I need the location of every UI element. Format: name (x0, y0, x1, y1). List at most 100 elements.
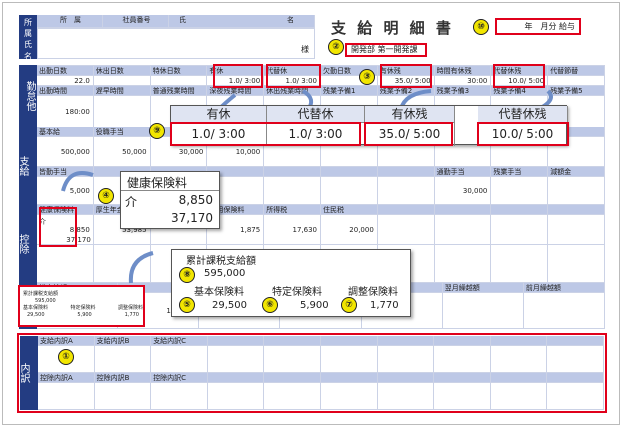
attendance-value-1-9 (548, 76, 605, 86)
badge-3: ③ (359, 69, 375, 85)
deduction-label-0-5: 住民税 (321, 205, 378, 215)
breakdown-ded-value-7 (434, 383, 491, 410)
header-name-col: 氏 名 (169, 15, 315, 28)
breakdown-ded-label-5 (321, 373, 378, 383)
totals-value-5 (442, 293, 524, 329)
breakdown-pay-value-4 (264, 346, 321, 373)
mini-label-special: 特定保険料 (70, 305, 96, 311)
breakdown-pay-label-9 (547, 336, 604, 346)
pay-month-box: 年 月分 給与 (495, 18, 581, 35)
payment-label-2-8: 残業手当 (491, 167, 549, 177)
breakdown-ded-value-3 (207, 383, 265, 410)
zoom-label-2: 有休残 (365, 106, 455, 123)
payment-label-0-0: 基本給 (37, 127, 94, 137)
breakdown-ded-label-9 (547, 373, 604, 383)
breakdown-pay-value-1 (94, 346, 152, 373)
deduction-value-2-7 (434, 245, 492, 283)
breakdown-ded-value-6 (377, 383, 435, 410)
health-callout-kai: 介 (125, 195, 138, 209)
zoom-label-3: 代替休残 (478, 106, 568, 123)
payment-value-1-1: 50,000 (93, 137, 151, 167)
mini-cumulative-value: 595,000 (35, 298, 56, 304)
affiliation-side-text: 所属氏名 (24, 18, 32, 61)
breakdown-ded-value-4 (264, 383, 321, 410)
deduction-label-0-4: 所得税 (264, 205, 321, 215)
breakdown-pay-value-6 (377, 346, 435, 373)
deduction-value-2-1 (93, 245, 151, 283)
zoom-highlight-right (477, 122, 569, 146)
zoom-label-0: 有休 (171, 106, 267, 123)
badge-5: ⑤ (179, 297, 195, 313)
deduction-value-2-0 (37, 245, 94, 283)
breakdown-ded-label-1: 控除内訳B (94, 373, 152, 383)
breakdown-pay-label-1: 支給内訳B (94, 336, 152, 346)
deduction-value-1-5: 20,000 (321, 215, 378, 245)
totals-label-6: 前月繰越額 (523, 283, 605, 293)
mini-label-basic: 基本保険料 (23, 305, 49, 311)
breakdown-ded-value-1 (94, 383, 152, 410)
breakdown-ded-label-3 (207, 373, 265, 383)
badge-2: ② (328, 39, 344, 55)
badge-9: ⑨ (149, 123, 165, 139)
payment-value-3-4 (264, 177, 321, 205)
breakdown-pay-value-9 (547, 346, 604, 373)
payment-value-3-9 (548, 177, 605, 205)
breakdown-pay-label-5 (321, 336, 378, 346)
payment-label-2-4 (264, 167, 321, 177)
attendance-value-1-0: 22.0 (37, 76, 94, 86)
attendance-label-2-7: 残業予備3 (434, 86, 492, 96)
mini-cumulative-title: 累計課税支給額 (23, 291, 59, 297)
deduction-value-1-9 (548, 215, 605, 245)
header-dept-col: 所 属 (37, 15, 103, 28)
mini-value-special: 5,900 (77, 312, 92, 318)
payment-label-2-7: 通勤手当 (434, 167, 492, 177)
cumulative-value-adjust: 1,770 (370, 300, 399, 311)
breakdown-ded-value-8 (490, 383, 548, 410)
breakdown-pay-value-3 (207, 346, 265, 373)
dept-name-box: 開発部 第一開発課 (345, 43, 427, 57)
deduction-label-0-7 (434, 205, 492, 215)
payment-value-3-7: 30,000 (434, 177, 492, 205)
header-empno-col: 社員番号 (103, 15, 169, 28)
breakdown-pay-value-7 (434, 346, 491, 373)
breakdown-pay-label-0: 支給内訳A (38, 336, 95, 346)
deduction-value-1-6 (377, 215, 435, 245)
breakdown-ded-label-0: 控除内訳A (38, 373, 95, 383)
highlight-substitute-leave (266, 64, 321, 88)
breakdown-pay-label-7 (434, 336, 491, 346)
header-name-right: 名 (287, 16, 294, 24)
breakdown-pay-label-3 (207, 336, 265, 346)
badge-7: ⑦ (341, 297, 357, 313)
badge-8: ⑧ (179, 267, 195, 283)
header-name-left: 氏 (179, 16, 186, 24)
breakdown-ded-label-4 (264, 373, 321, 383)
deduction-label-0-9 (548, 205, 605, 215)
breakdown-ded-label-7 (434, 373, 491, 383)
attendance-value-1-2 (150, 76, 208, 86)
breakdown-ded-value-5 (321, 383, 378, 410)
badge-6: ⑥ (262, 297, 278, 313)
breakdown-ded-value-9 (547, 383, 604, 410)
attendance-value-1-1 (93, 76, 151, 86)
badge-4: ④ (98, 188, 114, 204)
attendance-label-0-0: 出勤日数 (37, 66, 94, 76)
mini-cumulative-labels: 基本保険料 特定保険料 調整保険料 (23, 305, 143, 312)
breakdown-pay-label-2: 支給内訳C (151, 336, 208, 346)
breakdown-grid: 支給内訳A 控除内訳A 支給内訳B 控除内訳B 支給内訳C 控除内訳C (38, 336, 604, 410)
badge-1: ① (58, 349, 74, 365)
totals-value-6 (523, 293, 605, 329)
zoom-label-1: 代替休 (267, 106, 365, 123)
payment-value-3-5 (321, 177, 378, 205)
highlight-paid-leave-remaining (380, 64, 432, 88)
badge-10: ⑩ (473, 19, 489, 35)
mini-cumulative-values: 29,500 5,900 1,770 (23, 312, 143, 319)
breakdown-pay-value-8 (490, 346, 548, 373)
mini-value-basic: 29,500 (27, 312, 45, 318)
cumulative-value-basic: 29,500 (212, 300, 247, 311)
breakdown-pay-label-4 (264, 336, 321, 346)
payment-value-3-0: 5,000 (37, 177, 94, 205)
mini-label-adjust: 調整保険料 (117, 305, 143, 311)
payment-label-0-1: 役職手当 (93, 127, 151, 137)
attendance-label-0-2: 特休日数 (150, 66, 208, 76)
deduction-value-2-8 (491, 245, 549, 283)
